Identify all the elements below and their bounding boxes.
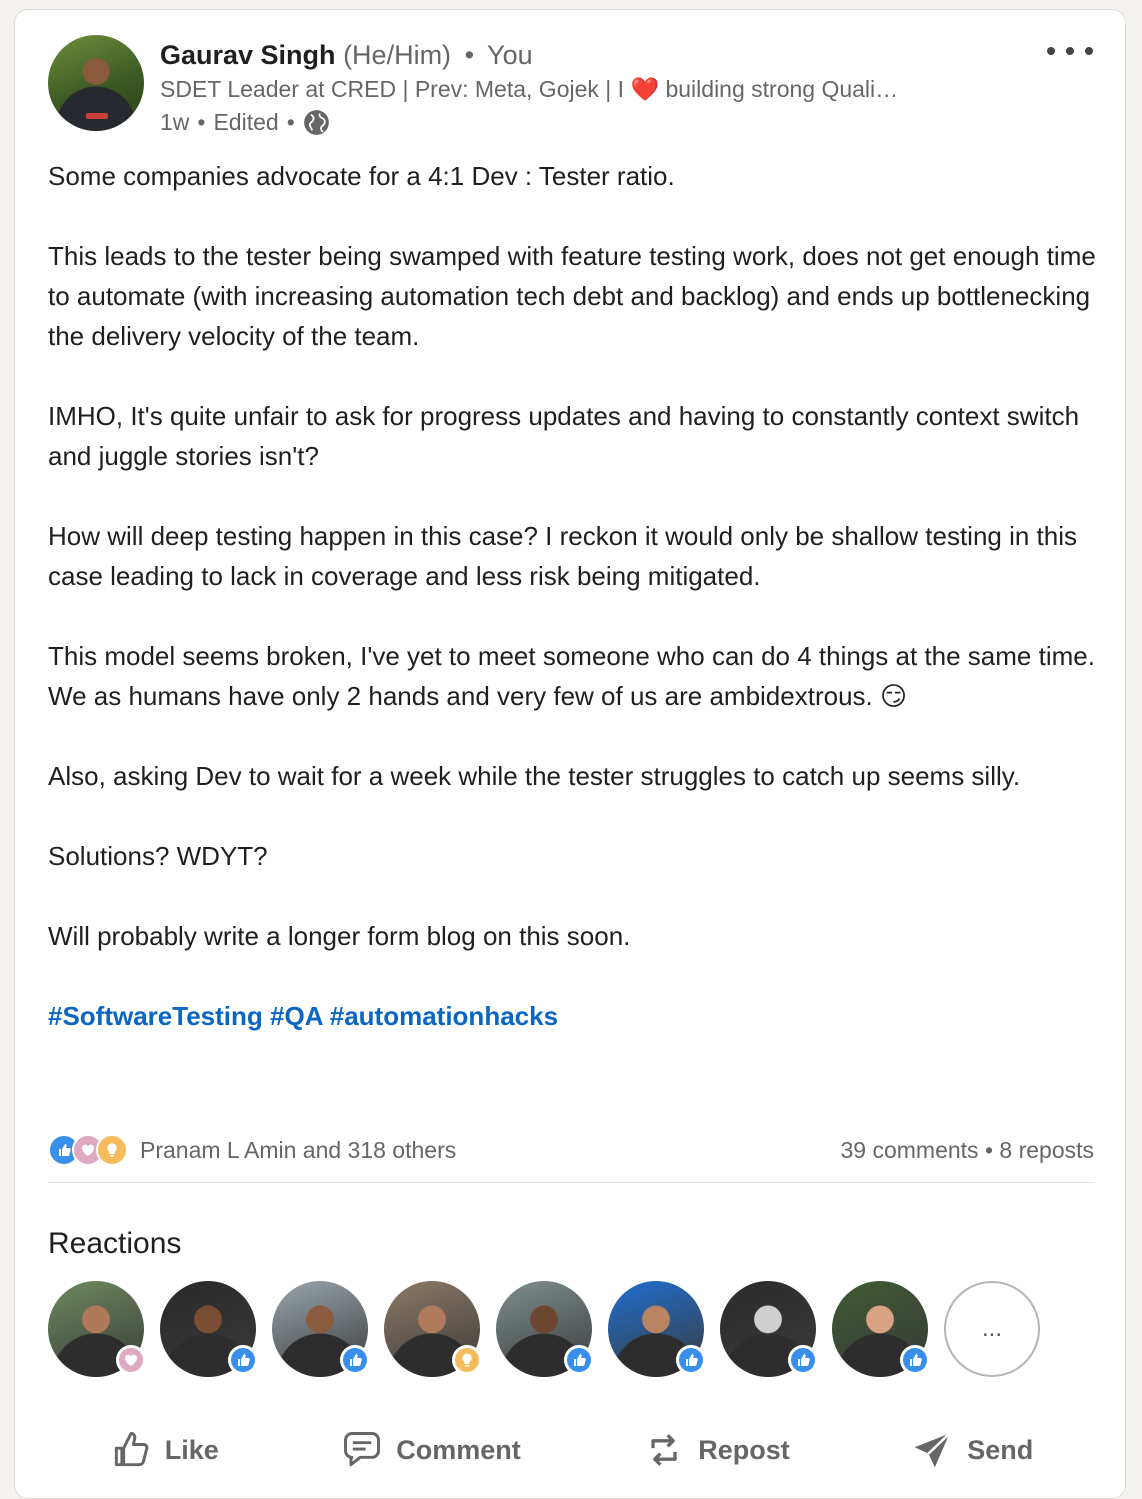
more-reactors-button[interactable]: ... xyxy=(944,1281,1040,1377)
post-paragraph: IMHO, It's quite unfair to ask for progr… xyxy=(48,401,1080,471)
heart-icon: ❤️ xyxy=(630,76,660,102)
send-label: Send xyxy=(967,1434,1034,1465)
send-button[interactable]: Send xyxy=(911,1428,1033,1472)
author-name-line: Gaurav Singh (He/Him) • You xyxy=(160,37,533,73)
counts-separator: • xyxy=(984,1136,993,1163)
reactor-avatar[interactable] xyxy=(720,1281,818,1377)
hashtag-link[interactable]: #QA xyxy=(270,1001,323,1031)
reactor-avatars: ... xyxy=(48,1281,1040,1377)
insight-reaction-icon xyxy=(452,1345,482,1375)
more-options-icon[interactable] xyxy=(1047,40,1093,62)
comment-icon xyxy=(344,1432,381,1467)
globe-icon xyxy=(303,109,329,135)
reposts-count[interactable]: 8 reposts xyxy=(999,1137,1094,1163)
reaction-summary[interactable]: Pranam L Amin and 318 others xyxy=(48,1134,456,1166)
reactions-title: Reactions xyxy=(48,1227,182,1260)
repost-button[interactable]: Repost xyxy=(642,1428,790,1472)
hashtag-link[interactable]: #automationhacks xyxy=(330,1001,558,1031)
reactor-avatar[interactable] xyxy=(832,1281,930,1377)
shirt-graphic xyxy=(86,113,108,119)
post-paragraph: This leads to the tester being swamped w… xyxy=(48,241,1096,351)
post-paragraph: Solutions? WDYT? xyxy=(48,841,268,871)
comments-count[interactable]: 39 comments xyxy=(840,1137,978,1163)
meta-separator-2: • xyxy=(286,109,295,135)
reactor-avatar[interactable] xyxy=(384,1281,482,1377)
comment-button[interactable]: Comment xyxy=(340,1428,521,1472)
like-reaction-icon xyxy=(900,1345,930,1375)
author-avatar[interactable] xyxy=(48,35,144,131)
likers-summary: Pranam L Amin and 318 others xyxy=(140,1136,457,1163)
social-counts: Pranam L Amin and 318 others 39 comments… xyxy=(48,1130,1094,1170)
insightful-reaction-icon xyxy=(96,1134,128,1166)
headline-text-end: building strong Quali… xyxy=(665,76,899,102)
post-body: Some companies advocate for a 4:1 Dev : … xyxy=(48,156,1098,1076)
like-reaction-icon xyxy=(788,1345,818,1375)
divider xyxy=(48,1182,1094,1183)
love-reaction-icon xyxy=(116,1345,146,1375)
hashtag-link[interactable]: #SoftwareTesting xyxy=(48,1001,263,1031)
author-relation: You xyxy=(487,40,533,70)
post-paragraph: Will probably write a longer form blog o… xyxy=(48,921,631,951)
post-paragraph: Some companies advocate for a 4:1 Dev : … xyxy=(48,161,675,191)
post-edited: Edited xyxy=(213,109,279,135)
post-age: 1w xyxy=(160,109,190,135)
comment-repost-counts[interactable]: 39 comments • 8 reposts xyxy=(840,1137,1094,1164)
post-card: Gaurav Singh (He/Him) • You SDET Leader … xyxy=(14,9,1126,1499)
repost-label: Repost xyxy=(698,1434,790,1465)
like-reaction-icon xyxy=(564,1345,594,1375)
author-pronouns: (He/Him) xyxy=(343,40,452,70)
reactor-avatar[interactable] xyxy=(496,1281,594,1377)
name-separator: • xyxy=(464,40,475,70)
hashtag-line: #SoftwareTesting #QA #automationhacks xyxy=(48,996,1098,1036)
thumbs-up-icon xyxy=(114,1432,149,1467)
post-paragraph: How will deep testing happen in this cas… xyxy=(48,521,1078,591)
reactor-avatar[interactable] xyxy=(48,1281,146,1377)
headline-text-start: SDET Leader at CRED | Prev: Meta, Gojek … xyxy=(160,76,625,102)
like-button[interactable]: Like xyxy=(109,1428,219,1472)
author-name[interactable]: Gaurav Singh xyxy=(160,40,336,70)
reactor-avatar[interactable] xyxy=(608,1281,706,1377)
repost-icon xyxy=(651,1434,677,1466)
action-bar: Like Comment Repost Send xyxy=(48,1420,1094,1480)
reactor-avatar[interactable] xyxy=(272,1281,370,1377)
reactor-avatar[interactable] xyxy=(160,1281,258,1377)
author-headline[interactable]: SDET Leader at CRED | Prev: Meta, Gojek … xyxy=(160,73,898,105)
like-reaction-icon xyxy=(340,1345,370,1375)
post-meta: 1w • Edited • xyxy=(160,106,330,138)
like-reaction-icon xyxy=(676,1345,706,1375)
like-reaction-icon xyxy=(228,1345,258,1375)
like-label: Like xyxy=(164,1434,219,1465)
post-paragraph: This model seems broken, I've yet to mee… xyxy=(48,641,1095,711)
send-icon xyxy=(914,1432,951,1468)
post-paragraph: Also, asking Dev to wait for a week whil… xyxy=(48,761,1021,791)
meta-separator: • xyxy=(197,109,206,135)
comment-label: Comment xyxy=(396,1434,521,1465)
